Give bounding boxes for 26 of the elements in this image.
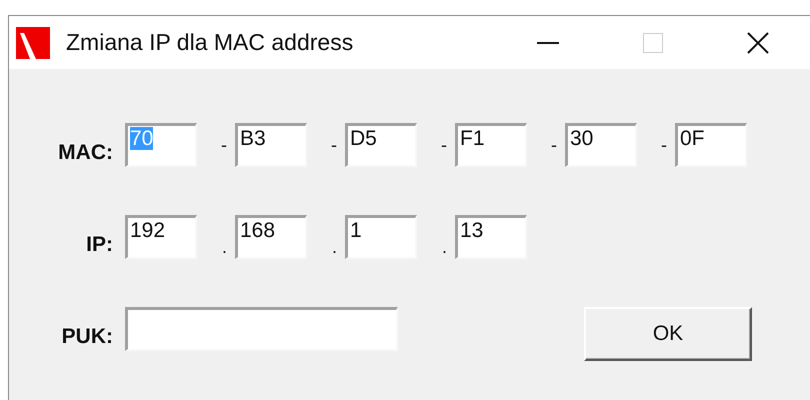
- mac-field[interactable]: 0F: [675, 123, 747, 167]
- mac-separator: -: [660, 135, 668, 156]
- ip-field[interactable]: 168: [235, 215, 307, 259]
- mac-label: MAC:: [57, 141, 114, 165]
- ip-separator: .: [330, 237, 338, 258]
- ip-separator: .: [220, 237, 228, 258]
- mac-separator: -: [330, 135, 338, 156]
- close-icon[interactable]: [746, 32, 768, 54]
- ip-field[interactable]: 13: [455, 215, 527, 259]
- puk-label: PUK:: [60, 325, 114, 349]
- mac-separator: -: [220, 135, 228, 156]
- minimize-icon[interactable]: [536, 42, 558, 44]
- mac-field[interactable]: F1: [455, 123, 527, 167]
- ip-field[interactable]: 192: [125, 215, 197, 259]
- ok-button[interactable]: OK: [584, 307, 752, 361]
- ip-separator: .: [440, 237, 448, 258]
- mac-separator: -: [440, 135, 448, 156]
- puk-field[interactable]: [125, 307, 398, 351]
- mac-field[interactable]: D5: [345, 123, 417, 167]
- mac-field[interactable]: B3: [235, 123, 307, 167]
- mac-separator: -: [550, 135, 558, 156]
- mac-field[interactable]: 30: [565, 123, 637, 167]
- window-title: Zmiana IP dla MAC address: [66, 29, 354, 56]
- ip-field[interactable]: 1: [345, 215, 417, 259]
- ip-label: IP:: [85, 233, 114, 257]
- app-logo-icon: [16, 26, 50, 58]
